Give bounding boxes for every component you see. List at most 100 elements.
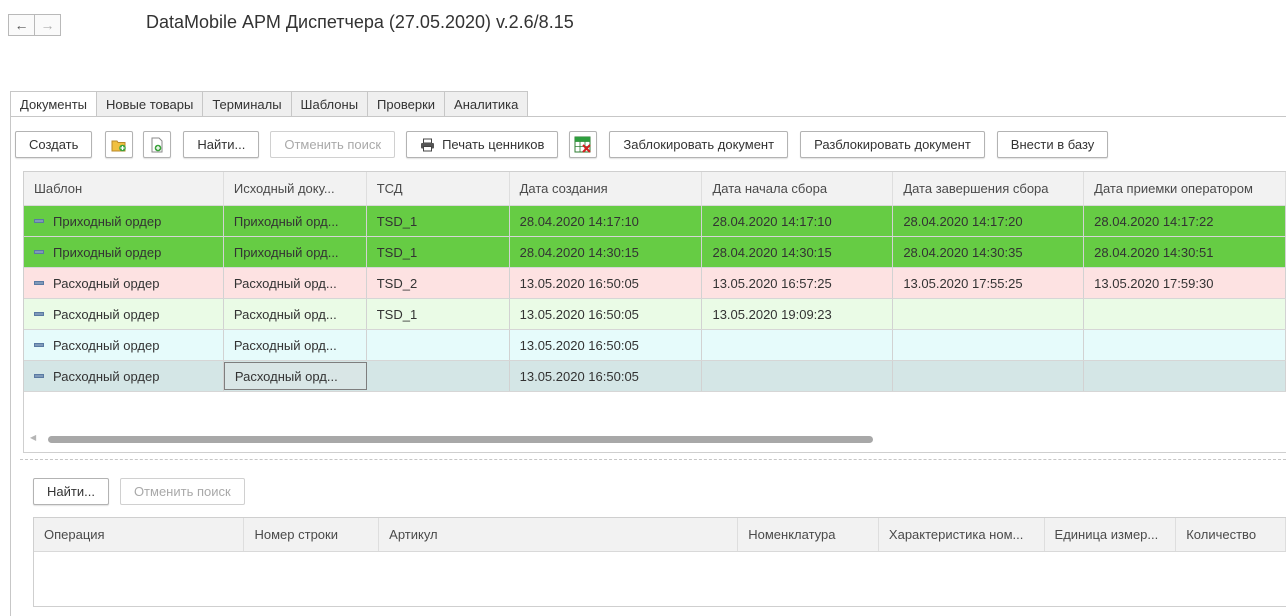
- cell-template[interactable]: Приходный ордер: [24, 237, 224, 267]
- cell-finish-date[interactable]: 28.04.2020 14:30:35: [893, 237, 1085, 267]
- unlock-document-button[interactable]: Разблокировать документ: [800, 131, 985, 158]
- cell-finish-date[interactable]: [893, 330, 1085, 360]
- cell-source-document[interactable]: Расходный орд...: [224, 299, 367, 329]
- cell-finish-date[interactable]: 28.04.2020 14:17:20: [893, 206, 1085, 236]
- scroll-left-icon[interactable]: ◀: [30, 433, 36, 442]
- cell-text: 28.04.2020 14:30:35: [903, 244, 1023, 260]
- column-finish-date[interactable]: Дата завершения сбора: [893, 172, 1085, 205]
- cell-finish-date[interactable]: [893, 299, 1085, 329]
- column-operation[interactable]: Операция: [34, 518, 245, 551]
- cell-accept-date[interactable]: 28.04.2020 14:30:51: [1084, 237, 1286, 267]
- cell-terminal[interactable]: TSD_2: [367, 268, 510, 298]
- cell-text: 13.05.2020 16:50:05: [519, 337, 639, 353]
- column-source-document[interactable]: Исходный доку...: [224, 172, 367, 205]
- lines-cancel-search-button[interactable]: Отменить поиск: [119, 478, 245, 505]
- cell-text: 13.05.2020 19:09:23: [712, 306, 832, 322]
- cell-start-date[interactable]: 28.04.2020 14:30:15: [702, 237, 894, 267]
- cell-created-date[interactable]: 28.04.2020 14:17:10: [510, 206, 703, 236]
- tab-checks[interactable]: Проверки: [367, 91, 445, 117]
- cell-template[interactable]: Расходный ордер: [24, 330, 224, 360]
- tab-templates[interactable]: Шаблоны: [290, 91, 368, 117]
- find-button[interactable]: Найти...: [183, 131, 260, 158]
- cell-start-date[interactable]: 13.05.2020 16:57:25: [702, 268, 894, 298]
- lines-find-button[interactable]: Найти...: [33, 478, 109, 505]
- cell-text: Расходный орд...: [233, 306, 337, 322]
- create-button[interactable]: Создать: [15, 131, 93, 158]
- print-prices-button[interactable]: Печать ценников: [406, 131, 559, 158]
- cell-start-date[interactable]: [702, 330, 894, 360]
- column-characteristic[interactable]: Характеристика ном...: [879, 518, 1045, 551]
- cell-text: Расходный орд...: [234, 368, 338, 384]
- cell-finish-date[interactable]: 13.05.2020 17:55:25: [893, 268, 1085, 298]
- cell-template[interactable]: Приходный ордер: [24, 206, 224, 236]
- cell-finish-date[interactable]: [893, 361, 1085, 391]
- tab-analytics[interactable]: Аналитика: [444, 91, 529, 117]
- cell-terminal[interactable]: TSD_1: [367, 206, 510, 236]
- column-line-number[interactable]: Номер строки: [244, 518, 380, 551]
- cell-created-date[interactable]: 13.05.2020 16:50:05: [510, 268, 703, 298]
- cell-accept-date[interactable]: [1084, 299, 1286, 329]
- lock-document-button[interactable]: Заблокировать документ: [609, 131, 789, 158]
- scrollbar-thumb[interactable]: [48, 436, 873, 443]
- cell-accept-date[interactable]: 13.05.2020 17:59:30: [1084, 268, 1286, 298]
- column-quantity[interactable]: Количество: [1176, 518, 1286, 551]
- lines-table-header: Операция Номер строки Артикул Номенклату…: [34, 518, 1286, 552]
- cancel-search-button[interactable]: Отменить поиск: [270, 131, 396, 158]
- column-nomenclature[interactable]: Номенклатура: [738, 518, 879, 551]
- cell-text: 13.05.2020 16:50:05: [519, 368, 639, 384]
- cell-accept-date[interactable]: 28.04.2020 14:17:22: [1084, 206, 1286, 236]
- tab-documents[interactable]: Документы: [10, 91, 97, 117]
- cell-created-date[interactable]: 28.04.2020 14:30:15: [510, 237, 703, 267]
- table-row[interactable]: Расходный ордер Расходный орд... 13.05.202…: [24, 361, 1286, 392]
- add-document-button[interactable]: [143, 131, 172, 158]
- column-unit[interactable]: Единица измер...: [1045, 518, 1177, 551]
- cell-source-document[interactable]: Приходный орд...: [224, 206, 367, 236]
- add-to-database-button[interactable]: Внести в базу: [996, 131, 1109, 158]
- add-document-icon: [151, 137, 163, 152]
- column-template[interactable]: Шаблон: [24, 172, 224, 205]
- column-article[interactable]: Артикул: [379, 518, 739, 551]
- cell-created-date[interactable]: 13.05.2020 16:50:05: [510, 330, 703, 360]
- arrow-right-icon: →: [40, 17, 55, 33]
- cell-created-date[interactable]: 13.05.2020 16:50:05: [510, 299, 703, 329]
- table-row[interactable]: Расходный ордер Расходный орд... 13.05.202…: [24, 330, 1286, 361]
- cell-source-document[interactable]: Расходный орд...: [224, 330, 367, 360]
- cell-start-date[interactable]: 28.04.2020 14:17:10: [702, 206, 894, 236]
- cell-terminal[interactable]: TSD_1: [367, 299, 510, 329]
- cell-start-date[interactable]: 13.05.2020 19:09:23: [702, 299, 894, 329]
- cell-template[interactable]: Расходный ордер: [24, 299, 224, 329]
- document-icon: [34, 343, 44, 347]
- table-row[interactable]: Расходный ордер Расходный орд... TSD_1 13.0…: [24, 299, 1286, 330]
- cell-source-document[interactable]: Приходный орд...: [224, 237, 367, 267]
- cell-accept-date[interactable]: [1084, 361, 1286, 391]
- column-start-date[interactable]: Дата начала сбора: [702, 172, 894, 205]
- cell-start-date[interactable]: [702, 361, 894, 391]
- table-row[interactable]: Приходный ордер Приходный орд... TSD_1 28.0…: [24, 237, 1286, 268]
- panel-splitter[interactable]: [20, 459, 1286, 460]
- lines-toolbar: Найти... Отменить поиск: [33, 478, 245, 505]
- tab-terminals[interactable]: Терминалы: [202, 91, 291, 117]
- cell-source-document[interactable]: Расходный орд...: [223, 362, 367, 390]
- cell-terminal[interactable]: [367, 361, 510, 391]
- column-created-date[interactable]: Дата создания: [510, 172, 703, 205]
- cell-created-date[interactable]: 13.05.2020 16:50:05: [510, 361, 703, 391]
- document-icon: [34, 312, 44, 316]
- cell-template[interactable]: Расходный ордер: [24, 361, 224, 391]
- cell-terminal[interactable]: [367, 330, 510, 360]
- cell-accept-date[interactable]: [1084, 330, 1286, 360]
- cell-template[interactable]: Расходный ордер: [24, 268, 224, 298]
- back-button[interactable]: ←: [8, 14, 35, 36]
- printer-icon: [420, 138, 435, 152]
- table-row[interactable]: Расходный ордер Расходный орд... TSD_2 13.0…: [24, 268, 1286, 299]
- excel-export-button[interactable]: [569, 131, 598, 158]
- add-folder-button[interactable]: [105, 131, 134, 158]
- column-terminal[interactable]: ТСД: [367, 172, 510, 205]
- cell-text: 13.05.2020 17:55:25: [903, 275, 1023, 291]
- tab-new-goods[interactable]: Новые товары: [96, 91, 203, 117]
- horizontal-scrollbar[interactable]: ◀: [24, 432, 1286, 446]
- forward-button[interactable]: →: [34, 14, 61, 36]
- table-row[interactable]: Приходный ордер Приходный орд... TSD_1 28.0…: [24, 206, 1286, 237]
- cell-source-document[interactable]: Расходный орд...: [224, 268, 367, 298]
- cell-terminal[interactable]: TSD_1: [367, 237, 510, 267]
- column-accept-date[interactable]: Дата приемки оператором: [1084, 172, 1286, 205]
